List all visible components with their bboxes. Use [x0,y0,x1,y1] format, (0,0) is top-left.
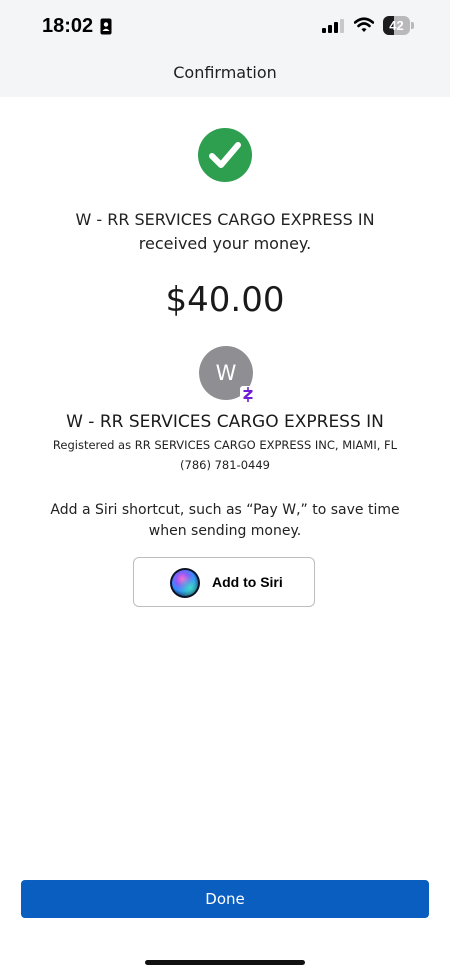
battery-percentage: 42 [389,18,404,33]
recipient-name: W - RR SERVICES CARGO EXPRESS IN [66,412,384,432]
page-title: Confirmation [173,63,277,82]
home-indicator [145,960,305,965]
signal-icon [322,19,344,33]
zelle-icon [240,386,256,403]
status-bar: 18:02 42 [0,0,450,52]
siri-shortcut-message: Add a Siri shortcut, such as “Pay W,” to… [50,502,400,539]
add-to-siri-label: Add to Siri [212,574,283,590]
id-badge-icon [100,18,112,35]
received-message: W - RR SERVICES CARGO EXPRESS IN receive… [75,210,375,253]
add-to-siri-button[interactable]: Add to Siri [133,557,315,607]
battery-cap [411,22,414,29]
battery-icon: 42 [383,16,410,35]
wifi-icon [354,17,374,32]
done-button[interactable]: Done [21,880,429,918]
amount: $40.00 [165,280,285,320]
recipient-phone: (786) 781-0449 [180,458,270,472]
registered-info: Registered as RR SERVICES CARGO EXPRESS … [52,438,398,452]
siri-icon [170,568,200,598]
header: 18:02 42 Confirmation [0,0,450,97]
avatar-initial: W [215,361,237,385]
status-time: 18:02 [42,15,94,37]
checkmark-circle-icon [198,128,252,182]
